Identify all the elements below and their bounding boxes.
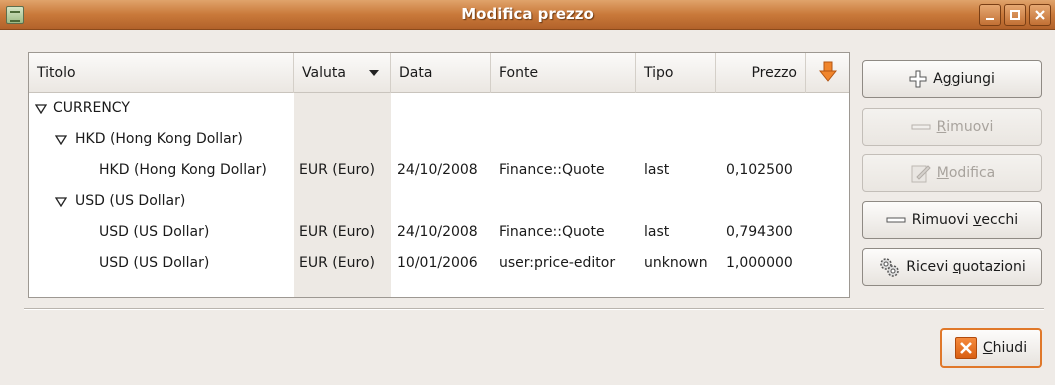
cell-valuta: EUR (Euro) bbox=[299, 255, 375, 271]
tree-row-subgroup-hkd[interactable]: HKD (Hong Kong Dollar) bbox=[29, 124, 849, 155]
remove-icon bbox=[911, 124, 931, 130]
column-header-titolo[interactable]: Titolo bbox=[29, 53, 294, 93]
price-tree-view[interactable]: Titolo Valuta Data Fonte Tipo Prezzo CUR… bbox=[28, 52, 850, 298]
cell-data: 24/10/2008 bbox=[397, 162, 478, 178]
close-icon bbox=[954, 337, 977, 359]
get-quotes-button[interactable]: Ricevi quotazioni bbox=[862, 248, 1042, 286]
add-button-label: Aggiungi bbox=[933, 71, 995, 87]
cell-prezzo: 0,102500 bbox=[726, 162, 793, 178]
dialog-separator bbox=[24, 308, 1044, 310]
close-icon bbox=[1035, 10, 1045, 20]
remove-button[interactable]: Rimuovi bbox=[862, 108, 1042, 146]
edit-icon bbox=[911, 165, 931, 183]
sort-descending-icon bbox=[369, 70, 379, 76]
table-row[interactable]: USD (US Dollar) EUR (Euro) 24/10/2008 Fi… bbox=[29, 217, 849, 248]
cell-fonte: user:price-editor bbox=[499, 255, 616, 271]
cell-valuta: EUR (Euro) bbox=[299, 162, 375, 178]
cell-data: 24/10/2008 bbox=[397, 224, 478, 240]
remove-button-label: Rimuovi bbox=[936, 119, 994, 135]
cell-tipo: last bbox=[644, 162, 670, 178]
expander-expanded-icon[interactable] bbox=[55, 197, 67, 207]
column-header-data[interactable]: Data bbox=[391, 53, 491, 93]
cell-prezzo: 1,000000 bbox=[726, 255, 793, 271]
close-button[interactable]: Chiudi bbox=[940, 328, 1042, 368]
tree-row-subgroup-usd[interactable]: USD (US Dollar) bbox=[29, 186, 849, 217]
sort-order-icon[interactable] bbox=[819, 61, 837, 83]
gears-icon bbox=[880, 258, 899, 277]
add-icon bbox=[909, 70, 927, 88]
edit-button[interactable]: Modifica bbox=[862, 154, 1042, 192]
add-button[interactable]: Aggiungi bbox=[862, 60, 1042, 98]
close-button-label: Chiudi bbox=[982, 340, 1028, 356]
expander-expanded-icon[interactable] bbox=[55, 135, 67, 145]
edit-button-label: Modifica bbox=[936, 165, 996, 181]
column-header-valuta[interactable]: Valuta bbox=[294, 53, 391, 93]
maximize-button[interactable] bbox=[1004, 4, 1026, 26]
cell-fonte: Finance::Quote bbox=[499, 224, 605, 240]
remove-old-button-label: Rimuovi vecchi bbox=[911, 212, 1019, 228]
remove-icon bbox=[886, 217, 906, 223]
expander-expanded-icon[interactable] bbox=[35, 104, 47, 114]
minimize-button[interactable] bbox=[979, 4, 1001, 26]
subgroup-label: HKD (Hong Kong Dollar) bbox=[75, 131, 243, 147]
close-window-button[interactable] bbox=[1029, 4, 1051, 26]
cell-titolo: HKD (Hong Kong Dollar) bbox=[99, 162, 267, 178]
table-row[interactable]: USD (US Dollar) EUR (Euro) 10/01/2006 us… bbox=[29, 248, 849, 279]
maximize-icon bbox=[1010, 10, 1020, 20]
cell-fonte: Finance::Quote bbox=[499, 162, 605, 178]
column-header-prezzo[interactable]: Prezzo bbox=[716, 53, 806, 93]
remove-old-button[interactable]: Rimuovi vecchi bbox=[862, 201, 1042, 239]
cell-prezzo: 0,794300 bbox=[726, 224, 793, 240]
cell-titolo: USD (US Dollar) bbox=[99, 224, 210, 240]
get-quotes-button-label: Ricevi quotazioni bbox=[906, 259, 1026, 275]
cell-tipo: unknown bbox=[644, 255, 708, 271]
column-header-tipo[interactable]: Tipo bbox=[636, 53, 716, 93]
minimize-icon bbox=[986, 18, 994, 20]
tree-row-group-currency[interactable]: CURRENCY bbox=[29, 93, 849, 124]
window-title: Modifica prezzo bbox=[461, 5, 594, 23]
cell-data: 10/01/2006 bbox=[397, 255, 478, 271]
window-controls bbox=[979, 4, 1051, 26]
column-header-fonte[interactable]: Fonte bbox=[491, 53, 636, 93]
cell-titolo: USD (US Dollar) bbox=[99, 255, 210, 271]
column-header-valuta-label: Valuta bbox=[302, 65, 346, 81]
cell-tipo: last bbox=[644, 224, 670, 240]
cell-valuta: EUR (Euro) bbox=[299, 224, 375, 240]
table-row[interactable]: HKD (Hong Kong Dollar) EUR (Euro) 24/10/… bbox=[29, 155, 849, 186]
title-bar: Modifica prezzo bbox=[0, 0, 1055, 30]
column-header-row: Titolo Valuta Data Fonte Tipo Prezzo bbox=[29, 53, 849, 93]
group-label: CURRENCY bbox=[53, 100, 130, 116]
subgroup-label: USD (US Dollar) bbox=[75, 193, 186, 209]
